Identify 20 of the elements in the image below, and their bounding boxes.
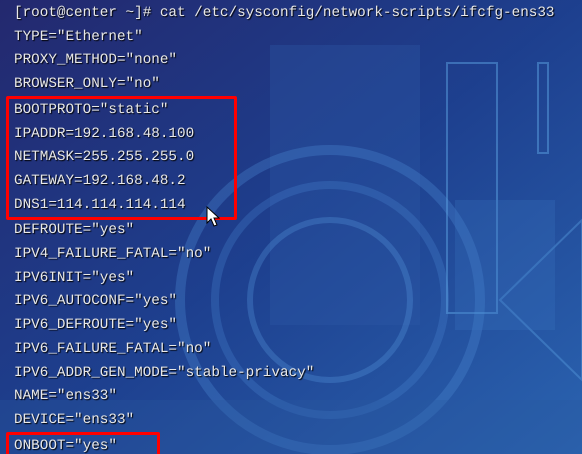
terminal-line: NETMASK=255.255.255.0	[14, 148, 194, 168]
terminal-line: BROWSER_ONLY="no"	[14, 75, 160, 94]
terminal-line: IPV6_AUTOCONF="yes"	[14, 292, 178, 312]
terminal-line: DNS1=114.114.114.114	[14, 196, 186, 215]
terminal-line: IPV4_FAILURE_FATAL="no"	[14, 245, 212, 264]
terminal-line: BOOTPROTO="static"	[14, 100, 168, 120]
cursor-icon	[206, 206, 220, 228]
terminal-line: DEFROUTE="yes"	[14, 221, 134, 240]
terminal-line: ONBOOT="yes"	[14, 436, 117, 454]
terminal-line: GATEWAY=192.168.48.2	[14, 172, 186, 191]
terminal-line: NAME="ens33"	[14, 387, 117, 406]
terminal-line: IPADDR=192.168.48.100	[14, 124, 194, 144]
terminal-line: IPV6_FAILURE_FATAL="no"	[14, 340, 212, 359]
terminal-line: DEVICE="ens33"	[14, 410, 134, 430]
terminal-line: [root@center ~]# cat /etc/sysconfig/network-scripts/ifcfg-ens33	[14, 4, 555, 23]
terminal-line: TYPE="Ethernet"	[14, 28, 143, 47]
terminal-line: IPV6_DEFROUTE="yes"	[14, 316, 178, 336]
terminal-line: PROXY_METHOD="none"	[14, 51, 178, 70]
terminal-line: IPV6_ADDR_GEN_MODE="stable-privacy"	[14, 364, 314, 383]
terminal-line: IPV6INIT="yes"	[14, 268, 134, 288]
